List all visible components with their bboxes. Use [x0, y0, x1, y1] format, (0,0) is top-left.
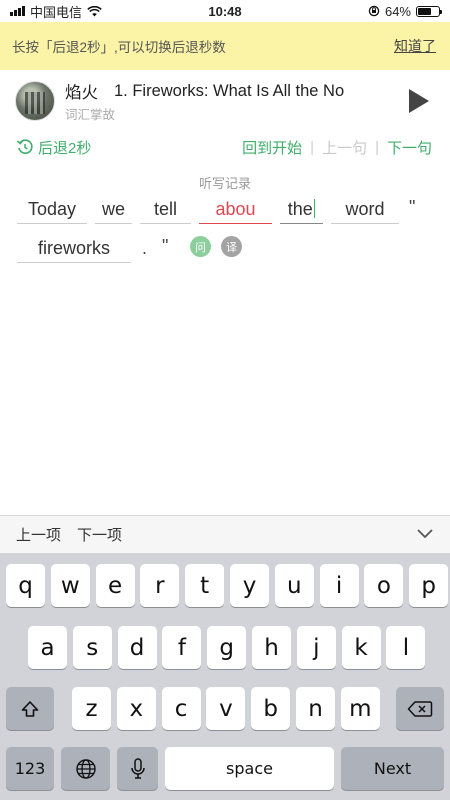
play-icon: [409, 89, 429, 113]
dismiss-keyboard-button[interactable]: [416, 526, 434, 543]
word-text: the: [287, 199, 313, 219]
key-m[interactable]: m: [340, 687, 380, 730]
backspace-icon: [407, 700, 433, 717]
word-slot[interactable]: Today: [17, 198, 87, 224]
divider: |: [375, 138, 379, 156]
prev-field-button[interactable]: 上一项: [16, 524, 61, 545]
punctuation: ": [162, 236, 169, 256]
wifi-icon: [87, 5, 102, 16]
key-p[interactable]: p: [409, 564, 449, 607]
next-sentence-button[interactable]: 下一句: [387, 137, 432, 158]
key-z[interactable]: z: [72, 687, 111, 730]
key-g[interactable]: g: [207, 626, 247, 669]
shift-icon: [21, 700, 39, 717]
key-q[interactable]: q: [6, 564, 45, 607]
word-slot[interactable]: word: [331, 198, 399, 224]
word-slot[interactable]: tell: [140, 198, 191, 224]
rewind-button[interactable]: 后退2秒: [16, 137, 91, 158]
chevron-down-icon: [417, 529, 433, 539]
key-u[interactable]: u: [274, 564, 314, 607]
key-c[interactable]: c: [161, 687, 201, 730]
key-n[interactable]: n: [296, 687, 335, 730]
carrier-label: 中国电信: [30, 4, 83, 20]
battery-icon: [416, 5, 442, 17]
key-b[interactable]: b: [251, 687, 291, 730]
backspace-key[interactable]: [396, 687, 444, 730]
key-v[interactable]: v: [206, 687, 246, 730]
ask-button[interactable]: 问: [190, 236, 211, 257]
microphone-icon: [130, 757, 145, 779]
history-label[interactable]: 听写记录: [0, 173, 450, 192]
key-e[interactable]: e: [95, 564, 135, 607]
orientation-lock-icon: [368, 5, 380, 17]
sentence-nav: 回到开始 | 上一句 | 下一句: [242, 137, 432, 158]
battery-level: [418, 7, 431, 15]
key-h[interactable]: h: [252, 626, 291, 669]
dictation-key[interactable]: [117, 747, 158, 790]
signal-icon: [10, 6, 25, 16]
word-slot[interactable]: fireworks: [17, 237, 131, 263]
key-t[interactable]: t: [185, 564, 225, 607]
tip-text: 长按「后退2秒」,可以切换后退秒数: [12, 40, 226, 55]
rewind-label: 后退2秒: [38, 139, 92, 157]
shift-key[interactable]: [6, 687, 54, 730]
globe-key[interactable]: [61, 747, 110, 790]
key-r[interactable]: r: [140, 564, 180, 607]
key-y[interactable]: y: [230, 564, 269, 607]
prev-sentence-button[interactable]: 上一句: [322, 137, 367, 158]
word-slot[interactable]: we: [95, 198, 132, 224]
numbers-key[interactable]: 123: [6, 747, 54, 790]
player-header: 焰火 1. Fireworks: What Is All the No 词汇掌故: [0, 70, 450, 132]
episode-subtitle: 词汇掌故: [65, 108, 116, 122]
header-text: 焰火 1. Fireworks: What Is All the No 词汇掌故: [65, 79, 394, 123]
playback-controls: 后退2秒 回到开始 | 上一句 | 下一句: [0, 132, 450, 162]
restart-button[interactable]: 回到开始: [242, 137, 302, 158]
punctuation: .: [142, 238, 148, 258]
next-field-button[interactable]: 下一项: [77, 524, 122, 545]
tip-bar: 长按「后退2秒」,可以切换后退秒数 知道了: [0, 22, 450, 70]
rewind-icon: [16, 139, 33, 154]
battery-percent: 64%: [384, 3, 411, 19]
key-o[interactable]: o: [364, 564, 404, 607]
tip-dismiss-button[interactable]: 知道了: [394, 36, 436, 56]
space-key[interactable]: space: [165, 747, 334, 790]
status-right: 64%: [368, 3, 442, 19]
status-time: 10:48: [208, 3, 242, 19]
key-d[interactable]: d: [117, 626, 157, 669]
text-cursor: [313, 199, 316, 218]
keyboard: 123 space Next qwertyuiop asdfghjkl zxcvbn…: [0, 553, 450, 800]
episode-title: 1. Fireworks: What Is All the No: [114, 81, 345, 100]
word-slot-wrong[interactable]: abou: [199, 198, 272, 224]
next-key[interactable]: Next: [341, 747, 444, 790]
channel-name: 焰火: [65, 84, 98, 102]
globe-icon: [75, 758, 96, 779]
channel-avatar[interactable]: [15, 81, 55, 121]
key-w[interactable]: w: [50, 564, 90, 607]
status-bar: 中国电信 10:48 64%: [0, 0, 450, 22]
play-button[interactable]: [402, 81, 436, 121]
key-s[interactable]: s: [72, 626, 112, 669]
key-l[interactable]: l: [386, 626, 426, 669]
translate-button[interactable]: 译: [221, 236, 242, 257]
punctuation: ": [409, 197, 416, 217]
status-left: 中国电信: [10, 2, 102, 21]
key-k[interactable]: k: [341, 626, 381, 669]
word-slot-active[interactable]: the: [280, 198, 323, 224]
key-a[interactable]: a: [28, 626, 67, 669]
key-x[interactable]: x: [116, 687, 156, 730]
keyboard-accessory-bar: 上一项 下一项: [0, 515, 450, 553]
key-i[interactable]: i: [319, 564, 359, 607]
divider: |: [310, 138, 315, 156]
key-f[interactable]: f: [162, 626, 202, 669]
key-j[interactable]: j: [296, 626, 336, 669]
